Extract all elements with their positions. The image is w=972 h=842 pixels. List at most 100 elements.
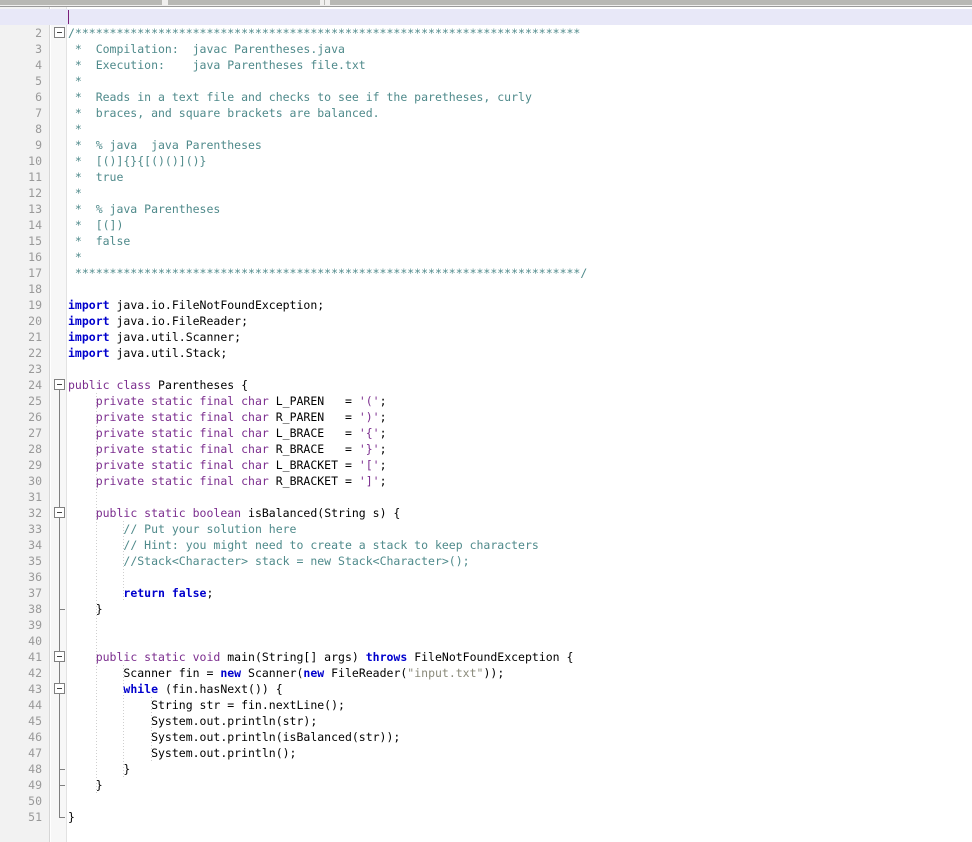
- code-line[interactable]: private static final char R_PAREN = ')';: [68, 409, 972, 425]
- toolbar-group-left[interactable]: [0, 0, 162, 5]
- code-token-plain: ;: [379, 426, 387, 440]
- line-number: 4: [35, 58, 42, 72]
- code-line[interactable]: import java.util.Stack;: [68, 345, 972, 361]
- code-line[interactable]: //Stack<Character> stack = new Stack<Cha…: [68, 553, 972, 569]
- code-token-modifier: private static final char: [95, 410, 269, 424]
- code-line[interactable]: }: [68, 777, 972, 793]
- code-line[interactable]: System.out.println(isBalanced(str));: [68, 729, 972, 745]
- code-token-plain: ;: [379, 458, 387, 472]
- code-line[interactable]: * Reads in a text file and checks to see…: [68, 89, 972, 105]
- code-token-modifier: private static final char: [95, 394, 269, 408]
- code-line[interactable]: public static boolean isBalanced(String …: [68, 505, 972, 521]
- code-line[interactable]: *: [68, 185, 972, 201]
- code-line[interactable]: * % java java Parentheses: [68, 137, 972, 153]
- code-line[interactable]: * braces, and square brackets are balanc…: [68, 105, 972, 121]
- code-token-plain: L_BRACE =: [268, 426, 359, 440]
- code-line[interactable]: String str = fin.nextLine();: [68, 697, 972, 713]
- line-number: 24: [28, 378, 42, 392]
- code-line[interactable]: [68, 569, 972, 585]
- fold-range-end-tick: [59, 609, 65, 610]
- code-line[interactable]: * true: [68, 169, 972, 185]
- code-editor[interactable]: 1234567891011121314151617181920212223242…: [0, 7, 972, 842]
- code-line[interactable]: }: [68, 761, 972, 777]
- code-line[interactable]: [68, 361, 972, 377]
- code-line[interactable]: * [(]): [68, 217, 972, 233]
- code-line[interactable]: Scanner fin = new Scanner(new FileReader…: [68, 665, 972, 681]
- code-line[interactable]: *: [68, 121, 972, 137]
- code-line[interactable]: return false;: [68, 585, 972, 601]
- code-token-char: ')': [358, 410, 380, 424]
- line-number-gutter[interactable]: 1234567891011121314151617181920212223242…: [0, 7, 50, 842]
- code-line[interactable]: [68, 633, 972, 649]
- code-line[interactable]: ****************************************…: [68, 265, 972, 281]
- code-line[interactable]: [68, 617, 972, 633]
- line-number: 20: [28, 314, 42, 328]
- code-line[interactable]: }: [68, 601, 972, 617]
- code-fold-gutter[interactable]: [51, 7, 67, 842]
- fold-collapse-icon[interactable]: [54, 27, 65, 38]
- code-line[interactable]: private static final char L_BRACE = '{';: [68, 425, 972, 441]
- code-line[interactable]: import java.io.FileReader;: [68, 313, 972, 329]
- code-token-comment: * % java java Parentheses: [68, 138, 262, 152]
- code-token-plain: L_BRACKET =: [268, 458, 359, 472]
- line-number: 42: [28, 666, 42, 680]
- code-line[interactable]: // Put your solution here: [68, 521, 972, 537]
- code-line[interactable]: * % java Parentheses: [68, 201, 972, 217]
- code-token-modifier: private static final char: [95, 442, 269, 456]
- code-token-plain: System.out.println(str);: [68, 714, 318, 728]
- code-line[interactable]: [68, 489, 972, 505]
- fold-collapse-icon[interactable]: [54, 379, 65, 390]
- code-token-comment: *: [68, 122, 82, 136]
- fold-collapse-icon[interactable]: [54, 683, 65, 694]
- line-number: 17: [28, 266, 42, 280]
- fold-collapse-icon[interactable]: [54, 507, 65, 518]
- code-line[interactable]: /***************************************…: [68, 25, 972, 41]
- line-number: 11: [28, 170, 42, 184]
- code-line[interactable]: public static void main(String[] args) t…: [68, 649, 972, 665]
- line-number: 41: [28, 650, 42, 664]
- fold-range-line: [59, 518, 60, 609]
- code-line[interactable]: [68, 281, 972, 297]
- code-line[interactable]: // Hint: you might need to create a stac…: [68, 537, 972, 553]
- code-line[interactable]: System.out.println(str);: [68, 713, 972, 729]
- toolbar-group-right[interactable]: [330, 0, 972, 5]
- code-token-plain: java.io.FileNotFoundException;: [109, 298, 325, 312]
- toolbar-strip[interactable]: [0, 0, 972, 7]
- code-line[interactable]: import java.io.FileNotFoundException;: [68, 297, 972, 313]
- line-number: 19: [28, 298, 42, 312]
- code-text-surface[interactable]: /***************************************…: [68, 7, 972, 842]
- code-line[interactable]: * false: [68, 233, 972, 249]
- line-number: 39: [28, 618, 42, 632]
- code-token-char: '{': [358, 426, 380, 440]
- code-line[interactable]: [68, 793, 972, 809]
- fold-range-line: [59, 694, 60, 769]
- code-line[interactable]: *: [68, 249, 972, 265]
- code-line[interactable]: import java.util.Scanner;: [68, 329, 972, 345]
- code-line[interactable]: private static final char L_BRACKET = '[…: [68, 457, 972, 473]
- code-line[interactable]: while (fin.hasNext()) {: [68, 681, 972, 697]
- code-line[interactable]: System.out.println();: [68, 745, 972, 761]
- code-token-plain: Scanner fin =: [68, 666, 221, 680]
- line-number: 51: [28, 810, 42, 824]
- code-line[interactable]: private static final char R_BRACKET = ']…: [68, 473, 972, 489]
- code-line[interactable]: *: [68, 73, 972, 89]
- line-number: 33: [28, 522, 42, 536]
- code-line[interactable]: * Execution: java Parentheses file.txt: [68, 57, 972, 73]
- code-line[interactable]: private static final char R_BRACE = '}';: [68, 441, 972, 457]
- line-number: 43: [28, 682, 42, 696]
- line-number: 15: [28, 234, 42, 248]
- code-line[interactable]: * [()]{}{[()()]()}: [68, 153, 972, 169]
- current-line-highlight: [0, 9, 972, 25]
- code-line[interactable]: public class Parentheses {: [68, 377, 972, 393]
- code-token-plain: java.util.Scanner;: [109, 330, 242, 344]
- toolbar-group-middle[interactable]: [168, 0, 320, 5]
- code-line[interactable]: }: [68, 809, 972, 825]
- code-token-comment: * [()]{}{[()()]()}: [68, 154, 207, 168]
- code-line[interactable]: * Compilation: javac Parentheses.java: [68, 41, 972, 57]
- code-token-plain: ));: [483, 666, 505, 680]
- code-line[interactable]: private static final char L_PAREN = '(';: [68, 393, 972, 409]
- fold-collapse-icon[interactable]: [54, 651, 65, 662]
